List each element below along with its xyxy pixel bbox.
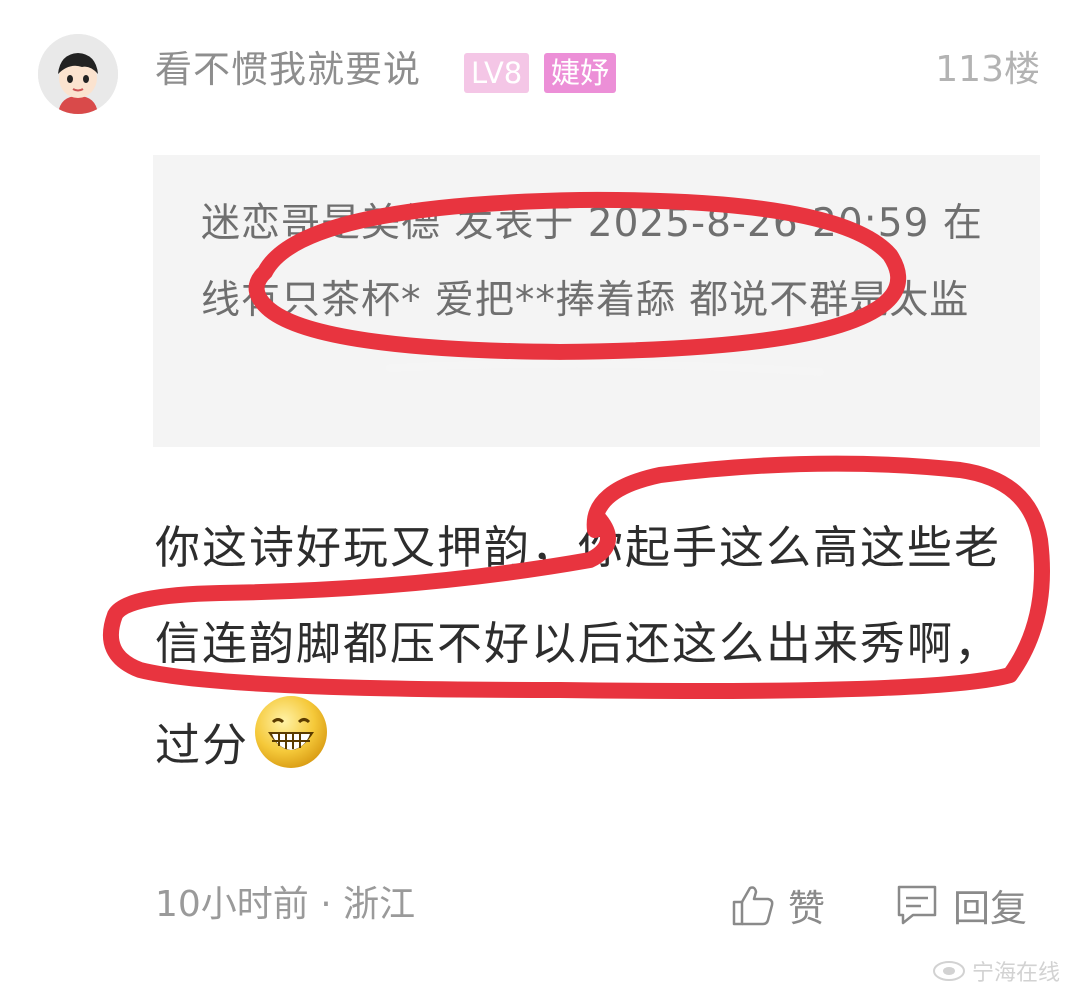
quoted-text: 迷恋哥是美德 发表于 2025-8-26 20:59 在线有只茶杯* 爱把**捧…: [201, 201, 983, 323]
comment-bubble-icon: [897, 885, 937, 925]
reply-label: 回复: [953, 887, 1027, 930]
reply-content: 你这诗好玩又押韵，你起手这么高这些老信连韵脚都压不好以后还这么出来秀啊，过分: [155, 500, 1015, 805]
avatar[interactable]: [38, 34, 118, 114]
thumbs-up-icon: [732, 886, 774, 926]
quoted-post[interactable]: 迷恋哥是美德 发表于 2025-8-26 20:59 在线有只茶杯* 爱把**捧…: [153, 155, 1040, 447]
title-badge: 婕妤: [544, 53, 617, 93]
like-button[interactable]: 赞: [730, 880, 825, 930]
watermark: 宁海在线: [932, 955, 1060, 987]
reply-button[interactable]: 回复: [893, 880, 1027, 930]
time-location: 10小时前 · 浙江: [155, 884, 416, 925]
username[interactable]: 看不惯我就要说: [155, 45, 421, 95]
watermark-text: 宁海在线: [971, 961, 1060, 986]
like-label: 赞: [788, 887, 825, 930]
grinning-face-icon: [251, 692, 331, 805]
watermark-logo-icon: [932, 961, 965, 981]
level-badge: LV8: [464, 53, 530, 93]
floor-number: 113楼: [935, 49, 1040, 90]
cartoon-face-icon: [38, 34, 118, 114]
